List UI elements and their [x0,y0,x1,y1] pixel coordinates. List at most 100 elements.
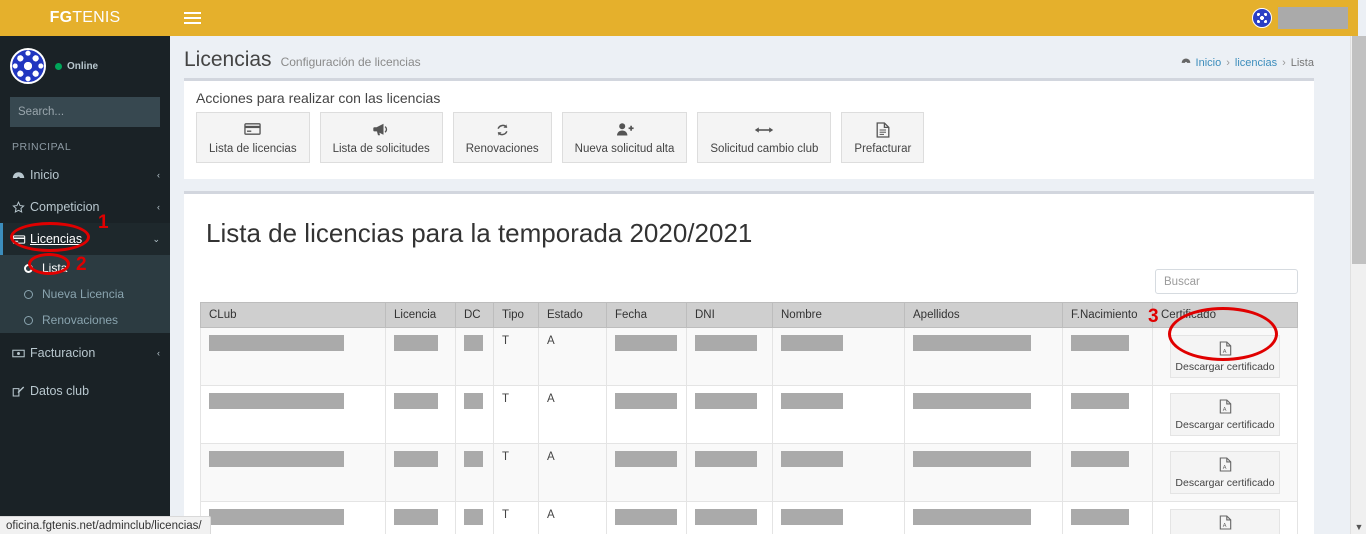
cell-dni [686,501,773,534]
online-label: Online [67,60,99,72]
column-header-nombre[interactable]: Nombre [772,302,905,328]
search-input[interactable] [10,106,170,118]
page-scrollbar[interactable]: ▼ [1350,36,1366,534]
dashboard-icon [1181,56,1191,69]
user-name-redacted [1278,7,1348,29]
cell-tipo: T [493,443,539,502]
sidebar-subitem-label: Lista [42,261,68,275]
cell-dc [455,443,494,502]
cell-fecha [606,385,687,444]
sidebar-section-header: PRINCIPAL [12,141,72,153]
renovaciones-button[interactable]: Renovaciones [452,112,552,163]
column-header-fecha[interactable]: Fecha [606,302,687,328]
lista-de-solicitudes-button[interactable]: Lista de solicitudes [319,112,443,163]
cell-estado: A [538,443,607,502]
cell-apellidos [904,443,1063,502]
pdf-file-icon: A [1219,515,1232,533]
licences-table: CLub Licencia DC Tipo Estado Fecha DNI N… [200,302,1298,534]
cell-estado: A [538,385,607,444]
cell-certificado: A Descargar certificado [1152,501,1298,534]
sidebar: Online PRINCIPAL Inicio ‹ Competicion ‹ … [0,36,170,534]
cell-club [200,501,386,534]
action-label: Nueva solicitud alta [574,143,675,155]
cert-button-label: Descargar certificado [1175,361,1275,373]
cell-club [200,385,386,444]
descargar-certificado-button[interactable]: A Descargar certificado [1170,509,1280,534]
lista-de-licencias-button[interactable]: Lista de licencias [196,112,310,163]
sidebar-subitem-lista[interactable]: Lista [0,255,170,281]
cell-fnacimiento [1062,443,1153,502]
sidebar-item-facturacion[interactable]: Facturacion ‹ [0,337,170,369]
actions-panel-title: Acciones para realizar con las licencias [196,90,441,106]
main-content: Licencias Configuración de licencias Ini… [170,36,1330,534]
sidebar-search[interactable] [10,97,170,127]
descargar-certificado-button[interactable]: A Descargar certificado [1170,393,1280,436]
breadcrumb-item-inicio[interactable]: Inicio [1196,57,1222,69]
column-header-dni[interactable]: DNI [686,302,773,328]
chevron-down-icon: ⌄ [152,233,160,244]
cell-nombre [772,443,905,502]
column-header-fnacimiento[interactable]: F.Nacimiento [1062,302,1153,328]
brand-light: TENIS [72,9,121,26]
column-header-estado[interactable]: Estado [538,302,607,328]
chevron-left-icon: ‹ [157,202,160,212]
descargar-certificado-button[interactable]: A Descargar certificado [1170,335,1280,378]
prefacturar-button[interactable]: Prefacturar [841,112,925,163]
pdf-file-icon: A [1219,341,1232,359]
file-document-icon [876,121,890,138]
sidebar-subitem-nueva-licencia[interactable]: Nueva Licencia [0,281,170,307]
cell-fecha [606,327,687,386]
cell-apellidos [904,501,1063,534]
licences-table-panel: Lista de licencias para la temporada 202… [184,191,1314,534]
hamburger-icon[interactable] [170,0,214,36]
cell-estado: A [538,327,607,386]
page-title: Licencias [184,48,272,71]
circle-icon [24,289,33,299]
app-logo[interactable]: FG TENIS [0,0,170,36]
breadcrumb-item-licencias[interactable]: licencias [1235,57,1277,69]
column-header-apellidos[interactable]: Apellidos [904,302,1063,328]
arrows-horizontal-icon [754,121,774,138]
scroll-down-arrow-icon[interactable]: ▼ [1351,522,1366,532]
descargar-certificado-button[interactable]: A Descargar certificado [1170,451,1280,494]
column-header-tipo[interactable]: Tipo [493,302,539,328]
action-button-group: Lista de licencias Lista de solicitudes … [184,112,1314,179]
scrollbar-thumb[interactable] [1352,36,1366,264]
dashboard-icon [12,169,30,182]
sidebar-subitem-renovaciones[interactable]: Renovaciones [0,307,170,333]
cell-club [200,443,386,502]
solicitud-cambio-club-button[interactable]: Solicitud cambio club [697,112,832,163]
column-header-club[interactable]: CLub [200,302,386,328]
breadcrumb-separator: › [1282,56,1286,69]
cell-apellidos [904,385,1063,444]
cell-tipo: T [493,327,539,386]
sidebar-item-datos-club[interactable]: Datos club [0,375,170,407]
sidebar-subitem-label: Renovaciones [42,313,119,327]
sidebar-item-label: Datos club [30,384,90,398]
page-subtitle: Configuración de licencias [280,55,421,69]
cell-fecha [606,501,687,534]
cell-certificado: A Descargar certificado [1152,443,1298,502]
table-search-row [200,255,1298,302]
sidebar-item-licencias[interactable]: Licencias ⌄ [0,223,170,255]
cell-nombre [772,501,905,534]
cell-dc [455,385,494,444]
club-logo-icon [1252,8,1272,28]
action-label: Lista de solicitudes [332,143,430,155]
table-search-input[interactable] [1155,269,1298,294]
sidebar-item-inicio[interactable]: Inicio ‹ [0,159,170,191]
sidebar-item-label: Competicion [30,200,100,214]
action-label: Lista de licencias [209,143,297,155]
pdf-file-icon: A [1219,399,1232,417]
topbar-user-area[interactable] [1252,7,1358,29]
cell-fnacimiento [1062,501,1153,534]
column-header-certificado[interactable]: Certificado [1152,302,1298,328]
nueva-solicitud-alta-button[interactable]: Nueva solicitud alta [561,112,688,163]
column-header-licencia[interactable]: Licencia [385,302,456,328]
edit-icon [12,385,30,398]
status-dot-icon [55,62,62,70]
column-header-dc[interactable]: DC [455,302,494,328]
top-navbar: FG TENIS [0,0,1358,36]
bullhorn-icon [372,121,390,138]
sidebar-item-competicion[interactable]: Competicion ‹ [0,191,170,223]
